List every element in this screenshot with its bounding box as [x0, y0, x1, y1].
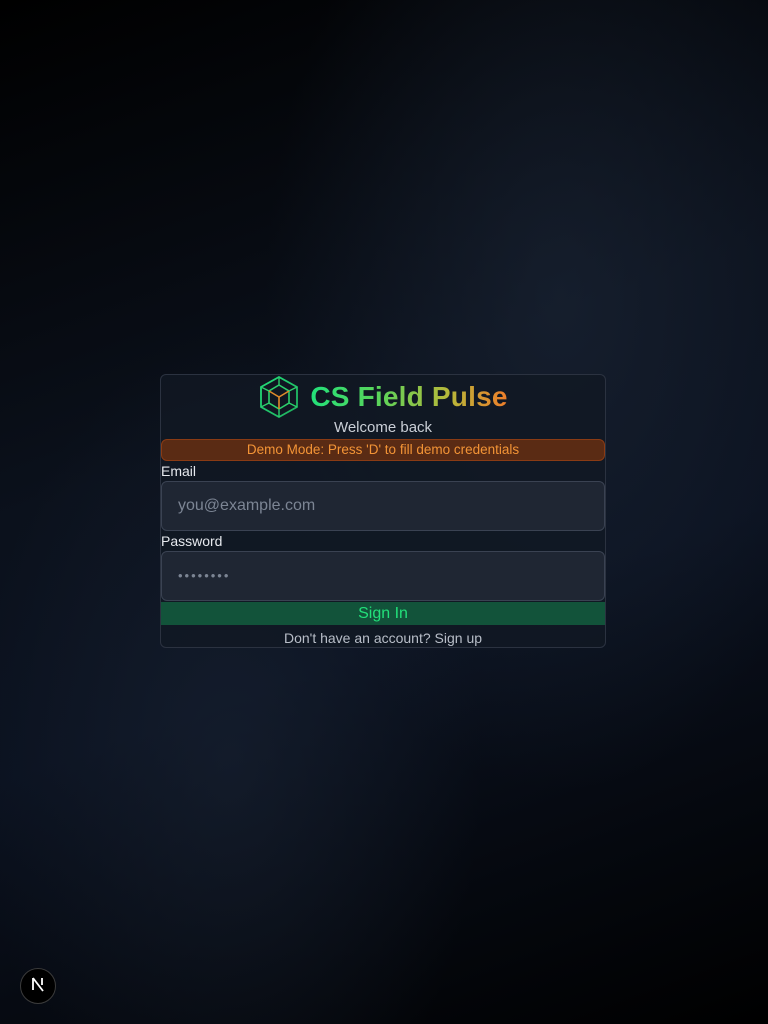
welcome-subtitle: Welcome back — [333, 419, 433, 436]
brand-header: CS Field Pulse — [161, 375, 605, 419]
password-input[interactable] — [161, 551, 605, 601]
email-label: Email — [161, 463, 197, 479]
nextjs-logo-icon — [30, 976, 46, 997]
demo-mode-banner: Demo Mode: Press 'D' to fill demo creden… — [161, 439, 605, 461]
login-card: CS Field Pulse Welcome back Demo Mode: P… — [160, 374, 606, 648]
hexagon-cube-icon — [258, 376, 300, 418]
signup-prompt-text: Don't have an account? — [283, 630, 431, 646]
nextjs-dev-badge[interactable] — [20, 968, 56, 1004]
password-label: Password — [161, 533, 223, 549]
app-title: CS Field Pulse — [310, 377, 507, 417]
sign-in-button[interactable]: Sign In — [161, 602, 605, 625]
email-input[interactable] — [161, 481, 605, 531]
signup-prompt-line: Don't have an account? Sign up — [161, 629, 605, 647]
sign-up-link[interactable]: Sign up — [435, 630, 482, 646]
